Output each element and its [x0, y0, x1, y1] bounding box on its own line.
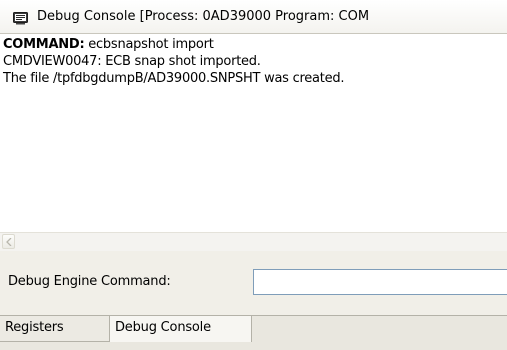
console-icon — [13, 10, 28, 25]
command-text: ecbsnapshot import — [84, 37, 214, 52]
console-output[interactable]: COMMAND: ecbsnapshot import CMDVIEW0047:… — [0, 34, 507, 232]
debug-console-view: Debug Console [Process: 0AD39000 Program… — [0, 0, 507, 350]
scroll-left-arrow-icon — [6, 238, 12, 246]
view-title-bar[interactable]: Debug Console [Process: 0AD39000 Program… — [0, 0, 507, 34]
horizontal-scrollbar[interactable] — [0, 232, 507, 251]
tab-bar: Registers Debug Console — [0, 315, 507, 350]
view-title: Debug Console [Process: 0AD39000 Program… — [37, 9, 370, 24]
debug-engine-command-input[interactable] — [253, 269, 507, 295]
scroll-left-button[interactable] — [2, 234, 15, 249]
console-line: CMDVIEW0047: ECB snap shot imported. — [3, 54, 261, 69]
tab-debug-console[interactable]: Debug Console — [110, 316, 252, 342]
command-label: Debug Engine Command: — [8, 274, 171, 289]
console-line: The file /tpfdbgdumpB/AD39000.SNPSHT was… — [3, 71, 345, 86]
console-line: COMMAND: ecbsnapshot import — [3, 36, 214, 53]
tab-registers[interactable]: Registers — [0, 316, 110, 342]
command-bar: Debug Engine Command: — [0, 251, 507, 315]
command-prefix: COMMAND: — [3, 37, 85, 52]
